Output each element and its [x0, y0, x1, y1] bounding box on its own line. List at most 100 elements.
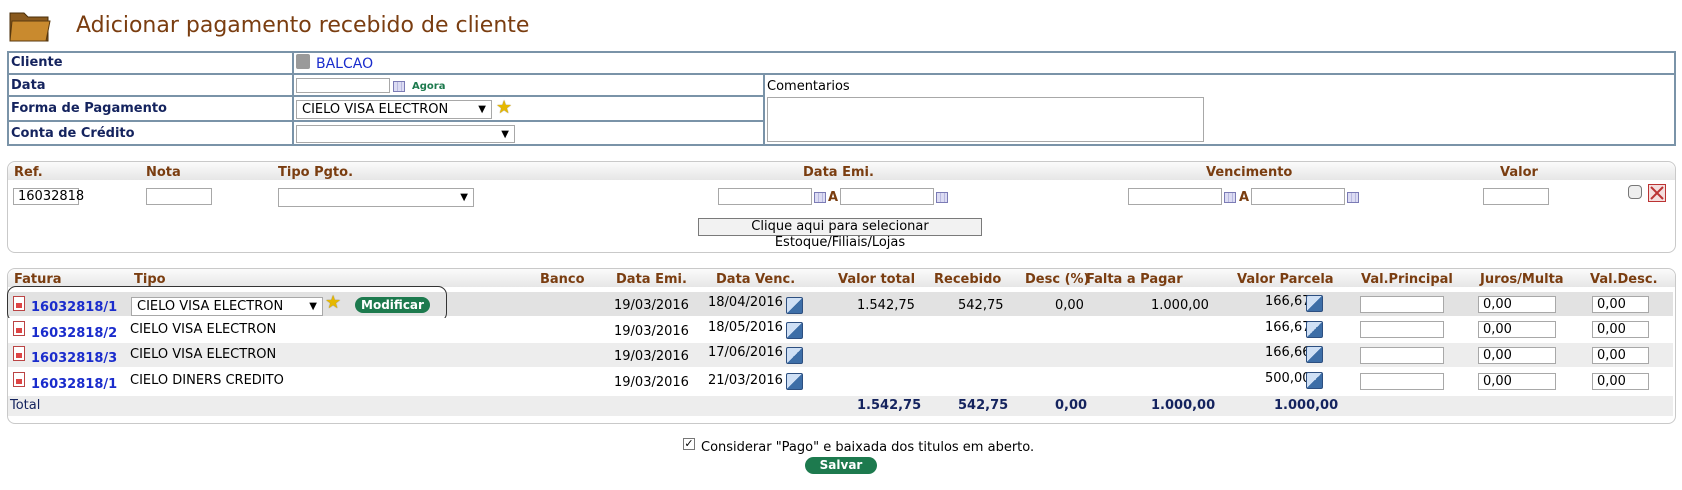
calendar-icon[interactable] — [1224, 192, 1236, 203]
pdf-icon[interactable] — [13, 372, 25, 387]
favorite-star-icon[interactable]: ★ — [496, 97, 512, 118]
row-data-venc: 18/05/2016 — [708, 320, 783, 335]
total-label: Total — [10, 398, 41, 413]
valor-header: Valor — [1500, 165, 1538, 180]
col-falta: Falta a Pagar — [1086, 272, 1183, 287]
row-parcela: 500,00 — [1265, 371, 1311, 386]
val-desc-input[interactable]: 0,00 — [1592, 321, 1649, 338]
row-falta: 1.000,00 — [1151, 298, 1209, 313]
pdf-icon[interactable] — [13, 321, 25, 336]
data-emi-to-input[interactable] — [840, 188, 934, 205]
total-recebido: 542,75 — [958, 398, 1009, 413]
total-desc: 0,00 — [1055, 398, 1088, 413]
calendar-icon[interactable] — [814, 192, 826, 203]
ref-input[interactable]: 16032818 — [13, 188, 84, 205]
val-desc-input[interactable]: 0,00 — [1592, 347, 1649, 364]
calendar-icon[interactable] — [1347, 192, 1359, 203]
row-data-emi: 19/03/2016 — [614, 324, 689, 339]
col-data-emi: Data Emi. — [616, 272, 687, 287]
val-principal-input[interactable] — [1360, 321, 1444, 338]
row-parcela: 166,67 — [1265, 320, 1311, 335]
col-juros: Juros/Multa — [1480, 272, 1564, 287]
chevron-down-icon: ▼ — [501, 129, 509, 140]
tipo-pgto-select[interactable]: ▼ — [278, 188, 474, 207]
vencimento-header: Vencimento — [1206, 165, 1293, 180]
conta-label: Conta de Crédito — [11, 126, 135, 141]
cliente-value[interactable]: BALCAO — [316, 56, 373, 72]
edit-icon[interactable] — [786, 347, 803, 364]
col-fatura: Fatura — [14, 272, 62, 287]
row-tipo: CIELO VISA ELECTRON — [130, 322, 277, 337]
edit-icon[interactable] — [786, 297, 803, 314]
col-valor-total: Valor total — [838, 272, 916, 287]
total-valor-total: 1.542,75 — [857, 398, 922, 413]
customer-form: Cliente BALCAO Data Agora Comentarios Fo… — [7, 51, 1676, 146]
save-button[interactable]: Salvar — [805, 457, 877, 474]
data-emi-header: Data Emi. — [803, 165, 874, 180]
val-principal-input[interactable] — [1360, 347, 1444, 364]
data-emi-from-input[interactable] — [718, 188, 812, 205]
page-title: Adicionar pagamento recebido de cliente — [76, 13, 530, 38]
forma-select[interactable]: CIELO VISA ELECTRON ▼ — [296, 100, 492, 119]
edit-icon[interactable] — [786, 373, 803, 390]
edit-icon[interactable] — [1306, 321, 1323, 338]
nota-header: Nota — [146, 165, 181, 180]
pdf-icon[interactable] — [13, 296, 25, 311]
edit-icon[interactable] — [786, 322, 803, 339]
vencimento-to-input[interactable] — [1251, 188, 1345, 205]
folder-icon — [8, 7, 52, 43]
row-data-emi: 19/03/2016 — [614, 298, 689, 313]
val-principal-input[interactable] — [1360, 373, 1444, 390]
row-tipo: CIELO VISA ELECTRON — [130, 347, 277, 362]
col-val-principal: Val.Principal — [1361, 272, 1453, 287]
col-parcela: Valor Parcela — [1237, 272, 1334, 287]
select-estoque-button[interactable]: Clique aqui para selecionar Estoque/Fili… — [698, 218, 982, 250]
calendar-icon[interactable] — [393, 81, 405, 92]
pago-checkbox[interactable]: ✓ — [683, 438, 695, 450]
row-data-emi: 19/03/2016 — [614, 349, 689, 364]
col-data-venc: Data Venc. — [716, 272, 796, 287]
pdf-icon[interactable] — [13, 346, 25, 361]
nota-input[interactable] — [146, 188, 212, 205]
data-label: Data — [11, 78, 46, 93]
row-valor-total: 1.542,75 — [857, 298, 915, 313]
fatura-link[interactable]: 16032818/1 — [31, 377, 117, 393]
ref-header: Ref. — [14, 165, 43, 180]
juros-input[interactable]: 0,00 — [1478, 321, 1556, 338]
row-parcela: 166,67 — [1265, 294, 1311, 309]
chevron-down-icon: ▼ — [460, 192, 468, 203]
row-recebido: 542,75 — [958, 298, 1004, 313]
val-desc-input[interactable]: 0,00 — [1592, 373, 1649, 390]
row-tipo: CIELO DINERS CREDITO — [130, 373, 284, 388]
vencimento-from-input[interactable] — [1128, 188, 1222, 205]
juros-input[interactable]: 0,00 — [1478, 347, 1556, 364]
fatura-link[interactable]: 16032818/3 — [31, 351, 117, 367]
comentarios-textarea[interactable] — [767, 97, 1204, 142]
juros-input[interactable]: 0,00 — [1478, 373, 1556, 390]
edit-icon[interactable] — [1306, 372, 1323, 389]
range-separator: A — [828, 190, 839, 205]
conta-select[interactable]: ▼ — [296, 125, 515, 143]
agora-link[interactable]: Agora — [412, 81, 445, 92]
juros-input[interactable]: 0,00 — [1478, 296, 1556, 313]
data-input[interactable] — [296, 78, 390, 93]
clear-filter-icon[interactable] — [1648, 184, 1666, 202]
fatura-link[interactable]: 16032818/1 — [31, 300, 117, 316]
edit-icon[interactable] — [1306, 295, 1323, 312]
val-principal-input[interactable] — [1360, 296, 1444, 313]
row-tipo-select[interactable]: CIELO VISA ELECTRON ▼ — [131, 297, 323, 316]
valor-input[interactable] — [1483, 188, 1549, 205]
favorite-star-icon[interactable]: ★ — [325, 292, 341, 313]
col-val-desc: Val.Desc. — [1590, 272, 1658, 287]
fatura-link[interactable]: 16032818/2 — [31, 326, 117, 342]
modify-button[interactable]: Modificar — [355, 297, 430, 313]
calendar-icon[interactable] — [936, 192, 948, 203]
col-banco: Banco — [540, 272, 585, 287]
row-desc: 0,00 — [1055, 298, 1084, 313]
row-parcela: 166,66 — [1265, 345, 1311, 360]
edit-icon[interactable] — [1306, 346, 1323, 363]
search-icon[interactable] — [1628, 185, 1642, 199]
val-desc-input[interactable]: 0,00 — [1592, 296, 1649, 313]
col-tipo: Tipo — [134, 272, 166, 287]
col-recebido: Recebido — [934, 272, 1002, 287]
